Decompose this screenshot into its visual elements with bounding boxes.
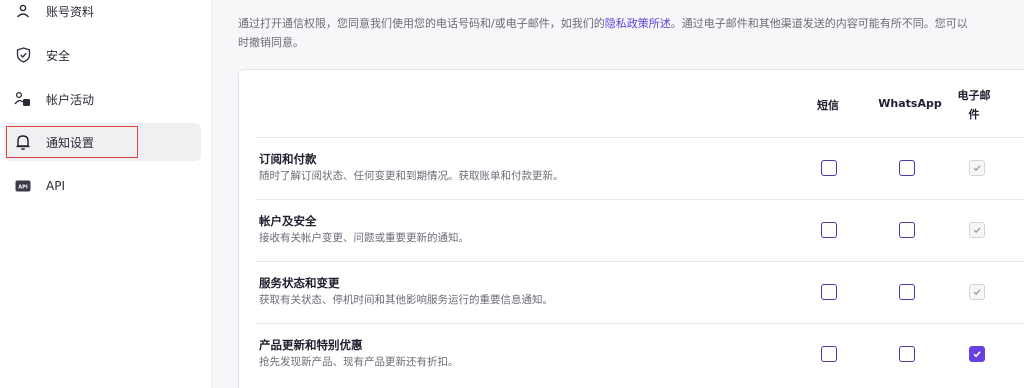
check-icon (973, 289, 981, 296)
api-icon: API (14, 177, 32, 195)
user-icon (14, 2, 32, 20)
row-description: 获取有关状态、停机时间和其他影响服务运行的重要信息通知。 (259, 294, 553, 306)
column-header-email-line1: 电子邮 (957, 89, 991, 102)
column-header-sms: 短信 (817, 99, 839, 112)
notification-settings-panel: 通过打开通信权限，您同意我们使用您的电话号码和/或电子邮件，如我们的隐私政策所述… (212, 0, 1024, 388)
sidebar-item-label: 通知设置 (46, 135, 95, 150)
consent-intro: 通过打开通信权限，您同意我们使用您的电话号码和/或电子邮件，如我们的隐私政策所述… (238, 14, 1024, 52)
intro-text-line2: 时撤销同意。 (238, 36, 304, 49)
row-title: 订阅和付款 (259, 152, 317, 166)
row-title: 服务状态和变更 (259, 276, 340, 290)
sidebar-item-notifications[interactable]: 通知设置 (4, 123, 201, 161)
row-description: 接收有关帐户变更、问题或重要更新的通知。 (259, 232, 469, 244)
check-icon (973, 165, 981, 172)
shield-icon (14, 46, 32, 64)
sidebar-item-label: 安全 (46, 48, 71, 63)
email-checkbox[interactable] (969, 346, 985, 362)
notification-preferences-table: 短信 WhatsApp 电子邮 件 订阅和付款 随时了解订阅状态、任何变更和到期… (238, 69, 1024, 388)
whatsapp-checkbox[interactable] (899, 160, 915, 176)
sidebar-item-api[interactable]: API API (4, 167, 201, 205)
column-header-whatsapp: WhatsApp (878, 97, 942, 110)
sidebar-item-label: 账号资料 (46, 4, 95, 19)
table-row: 订阅和付款 随时了解订阅状态、任何变更和到期情况。获取账单和付款更新。 (255, 137, 1024, 199)
sms-checkbox[interactable] (821, 222, 837, 238)
activity-icon (14, 90, 32, 108)
sms-checkbox[interactable] (821, 284, 837, 300)
column-header-email: 电子邮 件 (949, 86, 999, 124)
sidebar-item-profile[interactable]: 账号资料 (4, 0, 201, 30)
sms-checkbox[interactable] (821, 346, 837, 362)
sidebar-item-activity[interactable]: 帐户活动 (4, 80, 201, 118)
table-row: 服务状态和变更 获取有关状态、停机时间和其他影响服务运行的重要信息通知。 (255, 261, 1024, 323)
sidebar-item-label: API (46, 179, 65, 193)
sms-checkbox[interactable] (821, 160, 837, 176)
whatsapp-checkbox[interactable] (899, 222, 915, 238)
svg-text:API: API (18, 184, 28, 190)
check-icon (973, 351, 981, 358)
column-header-email-line2: 件 (968, 108, 980, 121)
whatsapp-checkbox[interactable] (899, 346, 915, 362)
row-description: 抢先发现新产品、现有产品更新还有折扣。 (259, 356, 459, 368)
row-title: 产品更新和特别优惠 (259, 338, 363, 352)
whatsapp-checkbox[interactable] (899, 284, 915, 300)
intro-text: 通过打开通信权限，您同意我们使用您的电话号码和/或电子邮件，如我们的 (238, 17, 605, 30)
table-row: 产品更新和特别优惠 抢先发现新产品、现有产品更新还有折扣。 (255, 323, 1024, 385)
sidebar-item-security[interactable]: 安全 (4, 36, 201, 74)
privacy-policy-link[interactable]: 隐私政策所述 (605, 17, 671, 30)
check-icon (973, 227, 981, 234)
bell-icon (14, 133, 32, 151)
settings-sidebar: 账号资料 安全 帐户活动 通知设置 API API (0, 0, 212, 388)
table-row: 帐户及安全 接收有关帐户变更、问题或重要更新的通知。 (255, 199, 1024, 261)
email-checkbox (969, 284, 985, 300)
email-checkbox (969, 160, 985, 176)
intro-text-cont: 。通过电子邮件和其他渠道发送的内容可能有所不同。您可以 (670, 17, 968, 30)
row-title: 帐户及安全 (259, 214, 317, 228)
sidebar-item-label: 帐户活动 (46, 92, 95, 107)
email-checkbox (969, 222, 985, 238)
row-description: 随时了解订阅状态、任何变更和到期情况。获取账单和付款更新。 (259, 170, 564, 182)
